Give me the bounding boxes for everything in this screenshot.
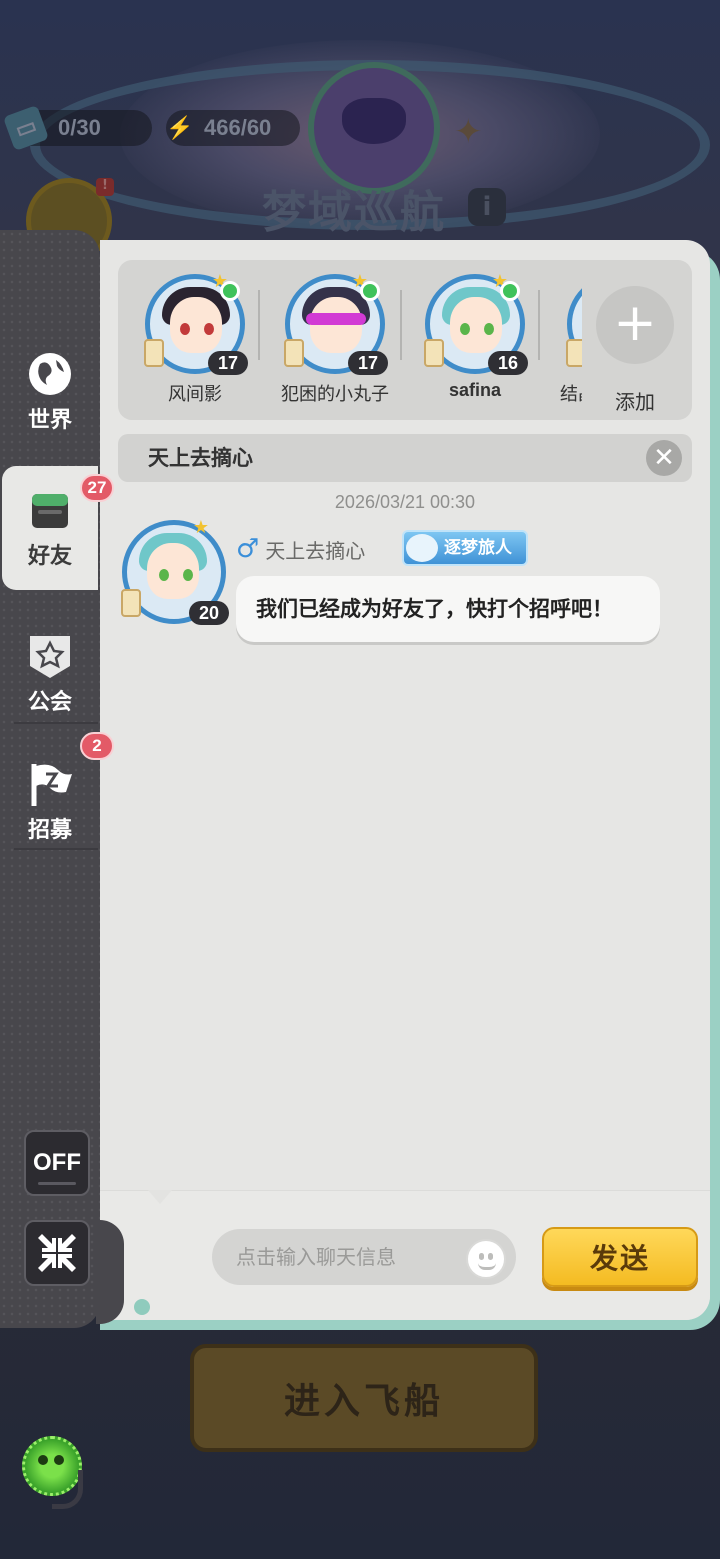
friend-item-clip: 结晶 (548, 260, 582, 420)
face-shape (310, 297, 362, 353)
divider (538, 290, 540, 360)
globe-icon (26, 350, 74, 398)
indicator-dot (134, 1299, 150, 1315)
sidebar-item-world[interactable]: 世界 (0, 330, 100, 454)
add-friend-label: 添加 (615, 390, 655, 414)
enter-ship-button[interactable]: 进入飞船 (190, 1344, 538, 1452)
close-icon: ✕ (653, 443, 675, 473)
eye-icon (159, 569, 169, 581)
eye-icon (180, 323, 190, 335)
avatar: ★ 17 (144, 271, 248, 375)
friend-name: 风间影 (168, 384, 222, 405)
friend-item[interactable]: ★ 17 风间影 (130, 271, 260, 414)
energy-count: 466/60 (204, 115, 272, 140)
face-shape (170, 297, 222, 353)
sidebar-item-label: 好友 (27, 544, 72, 569)
info-icon[interactable]: i (468, 188, 506, 226)
chat-header: 天上去摘心 ✕ (118, 434, 692, 482)
bottle-icon (121, 589, 141, 617)
friend-list: ★ 17 风间影 ★ 17 犯困的小丸子 ★ 16 safina 结 + 添加 (118, 260, 692, 420)
collapse-icon (38, 1234, 76, 1272)
bottle-icon (284, 339, 304, 367)
bottle-icon (424, 339, 444, 367)
emoji-icon[interactable] (466, 1239, 506, 1279)
sender-name: 天上去摘心 (265, 538, 366, 563)
friends-badge: 27 (80, 474, 114, 502)
bubble-pointer (148, 1190, 172, 1204)
ticket-count: 0/30 (58, 115, 101, 140)
divider (14, 848, 98, 850)
online-dot (360, 281, 380, 301)
divider (14, 722, 98, 724)
friend-name: 结晶 (560, 384, 582, 405)
online-dot (220, 281, 240, 301)
sidebar-item-recruit[interactable]: 招募 (0, 740, 100, 864)
lightning-icon: ⚡ (166, 115, 194, 140)
star-icon: ★ (192, 517, 209, 538)
message-timestamp: 2026/03/21 00:30 (334, 492, 476, 512)
send-button[interactable]: 发送 (542, 1227, 698, 1287)
bottle-icon (566, 339, 582, 367)
level-badge: 17 (208, 351, 248, 375)
eye-icon (204, 323, 214, 335)
plus-icon: + (613, 293, 657, 353)
friend-name: 犯困的小丸子 (281, 384, 389, 405)
sidebar-notch (96, 1220, 124, 1324)
chat-toggle-off-button[interactable]: OFF (24, 1130, 90, 1196)
emblem-icon (308, 62, 440, 194)
sidebar-item-label: 公会 (27, 690, 72, 715)
bottle-icon (144, 339, 164, 367)
sparkle-icon: ✦ (454, 112, 483, 152)
face-shape (450, 297, 502, 353)
energy-counter[interactable]: ⚡ 466/60 (166, 110, 300, 146)
chat-title: 天上去摘心 (148, 446, 253, 470)
avatar: ★ 16 (424, 271, 528, 375)
avatar: ★ 20 (121, 517, 229, 625)
message-sender: ♂ 天上去摘心 (236, 534, 365, 564)
shrink-button[interactable] (24, 1220, 90, 1286)
level-badge: 17 (348, 351, 388, 375)
divider (400, 290, 402, 360)
divider (258, 290, 260, 360)
eye-icon (484, 323, 494, 335)
level-badge: 16 (488, 351, 528, 375)
avatar (566, 274, 582, 374)
flag-icon (26, 760, 74, 808)
close-chat-button[interactable]: ✕ (646, 440, 682, 476)
ticket-counter[interactable]: ▭ 0/30 (2, 104, 152, 152)
avatar: ★ 17 (284, 271, 388, 375)
page-title: 梦域巡航 (262, 187, 446, 238)
sidebar-item-label: 世界 (27, 408, 72, 433)
add-friend-button[interactable]: + (596, 286, 674, 364)
male-icon: ♂ (236, 534, 260, 564)
emoji-mouth (478, 1263, 496, 1270)
eye-icon (460, 323, 470, 335)
alert-icon: ! (96, 178, 114, 196)
friend-item[interactable]: ★ 16 safina (410, 271, 540, 414)
message-avatar-wrap[interactable]: ★ 20 (121, 517, 229, 625)
visor-icon (306, 313, 366, 325)
book-icon (26, 486, 74, 534)
input-bar: 发送 (100, 1190, 710, 1320)
friend-item[interactable]: ★ 17 犯困的小丸子 (270, 271, 400, 414)
message-bubble: 我们已经成为好友了，快打个招呼吧！ (236, 576, 660, 642)
friend-name: safina (448, 380, 502, 400)
shield-star-icon (26, 632, 74, 680)
chat-panel: ★ 17 风间影 ★ 17 犯困的小丸子 ★ 16 safina 结 + 添加 … (100, 240, 710, 1320)
eye-icon (183, 569, 193, 581)
sidebar-item-label: 招募 (27, 818, 72, 843)
player-title-badge: 逐梦旅人 (402, 530, 528, 566)
sidebar-item-guild[interactable]: 公会 (0, 612, 100, 736)
level-badge: 20 (189, 601, 229, 625)
friend-item[interactable]: 结晶 (552, 274, 582, 414)
recruit-badge: 2 (80, 732, 114, 760)
online-dot (500, 281, 520, 301)
